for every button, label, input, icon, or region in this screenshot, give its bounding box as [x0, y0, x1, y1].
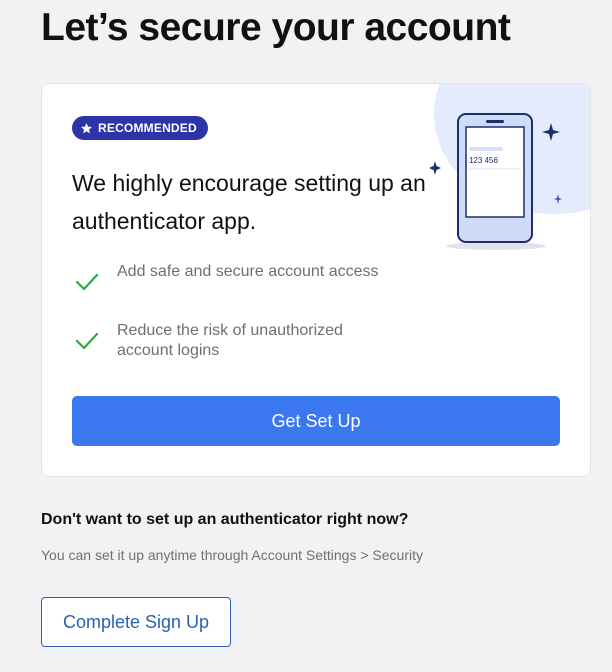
benefit-item: Reduce the risk of unauthorized account …	[72, 321, 392, 361]
sparkle-icon	[542, 123, 560, 141]
benefit-text: Add safe and secure account access	[117, 263, 379, 280]
authenticator-card: RECOMMENDED We highly encourage setting …	[41, 83, 591, 477]
page-title: Let’s secure your account	[41, 6, 511, 49]
get-set-up-button[interactable]: Get Set Up	[72, 396, 560, 446]
benefit-text: Reduce the risk of unauthorized account …	[117, 322, 343, 359]
skip-heading: Don't want to set up an authenticator ri…	[41, 511, 409, 528]
benefit-item: Add safe and secure account access	[72, 262, 392, 302]
recommended-badge: RECOMMENDED	[72, 116, 208, 140]
phone-illustration: 123 456	[429, 113, 562, 250]
star-icon	[81, 122, 92, 133]
card-heading: We highly encourage setting up an authen…	[72, 170, 426, 234]
illustration-code: 123 456	[469, 156, 498, 165]
checkmark-icon	[75, 332, 99, 350]
sparkle-icon	[554, 194, 562, 204]
skip-subtitle: You can set it up anytime through Accoun…	[41, 547, 423, 563]
sparkle-icon	[429, 161, 441, 175]
badge-label: RECOMMENDED	[98, 121, 197, 135]
checkmark-icon	[75, 273, 99, 291]
benefit-list: Add safe and secure account access Reduc…	[72, 262, 392, 380]
complete-sign-up-button[interactable]: Complete Sign Up	[41, 597, 231, 647]
